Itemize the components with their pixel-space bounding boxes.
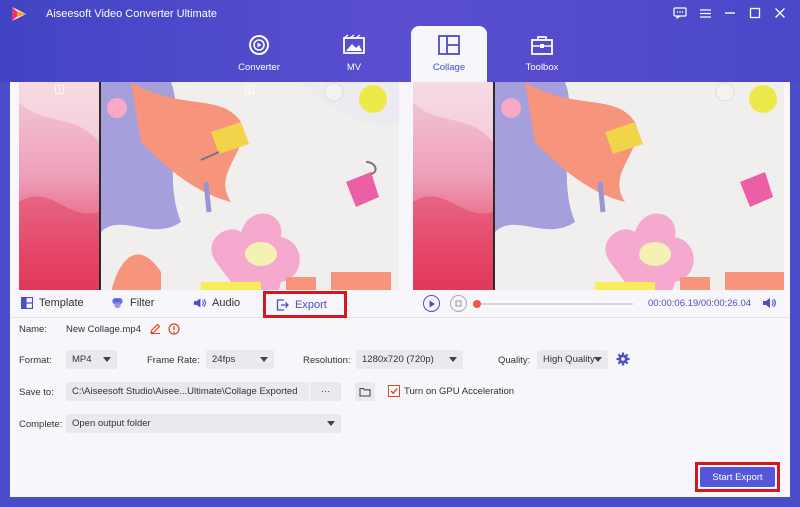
info-icon[interactable]	[168, 323, 180, 338]
chevron-down-icon	[449, 357, 457, 362]
complete-action-select[interactable]: Open output folder	[66, 414, 341, 433]
tab-export[interactable]: Export	[263, 291, 347, 318]
play-icon	[429, 300, 435, 307]
export-icon	[276, 298, 289, 311]
audio-icon	[193, 296, 206, 309]
name-label: Name:	[19, 324, 47, 335]
collage-cell-pink	[413, 82, 493, 290]
stop-button[interactable]	[450, 295, 467, 312]
quality-label: Quality:	[498, 355, 531, 366]
tab-mv[interactable]: MV	[316, 26, 392, 82]
frame-rate-label: Frame Rate:	[147, 355, 200, 366]
format-select[interactable]: MP4	[66, 350, 117, 369]
volume-icon[interactable]	[762, 297, 776, 312]
tab-converter[interactable]: Converter	[221, 26, 297, 82]
edit-name-icon[interactable]	[150, 323, 161, 337]
collage-cell-flatlay[interactable]	[101, 82, 399, 290]
complete-action-value: Open output folder	[72, 418, 151, 429]
frame-rate-value: 24fps	[212, 354, 236, 365]
filter-icon	[111, 296, 124, 309]
quality-select[interactable]: High Quality	[537, 350, 608, 369]
chevron-down-icon	[327, 421, 335, 426]
name-value: New Collage.mp4	[66, 324, 141, 335]
start-export-button[interactable]: Start Export	[700, 467, 775, 487]
collage-workspace: Template Filter Audio Export 00:00:06.19…	[10, 82, 790, 497]
feedback-icon[interactable]	[672, 6, 688, 20]
tab-filter-label: Filter	[130, 296, 155, 309]
mv-icon	[341, 32, 367, 58]
tab-export-label: Export	[295, 298, 327, 311]
save-path-field[interactable]: C:\Aiseesoft Studio\Aisee...Ultimate\Col…	[66, 382, 309, 401]
window-controls	[672, 6, 788, 20]
save-path-value: C:\Aiseesoft Studio\Aisee...Ultimate\Col…	[72, 386, 298, 397]
tab-filter[interactable]: Filter	[111, 296, 154, 309]
tab-audio-label: Audio	[212, 296, 241, 309]
playback-controls: 00:00:06.19/00:00:26.04	[413, 290, 784, 318]
stop-icon	[455, 300, 462, 307]
gear-icon[interactable]	[616, 352, 630, 369]
collage-icon	[436, 32, 462, 58]
progress-handle[interactable]	[473, 300, 481, 308]
chevron-down-icon	[103, 357, 111, 362]
format-label: Format:	[19, 355, 52, 366]
maximize-icon[interactable]	[747, 6, 763, 20]
app-title: Aiseesoft Video Converter Ultimate	[46, 8, 217, 20]
tab-label: Toolbox	[525, 62, 559, 73]
grid-icon	[245, 85, 254, 94]
chevron-down-icon	[260, 357, 268, 362]
folder-icon	[359, 387, 371, 397]
grid-icon	[55, 85, 64, 94]
main-tabs: Converter MV Collage Toolbox	[0, 26, 800, 82]
template-icon	[20, 296, 33, 309]
toolbox-icon	[529, 32, 555, 58]
tab-label: Collage	[432, 62, 466, 73]
tab-template[interactable]: Template	[20, 296, 84, 309]
app-logo-icon	[12, 7, 26, 21]
minimize-icon[interactable]	[722, 6, 738, 20]
playback-time: 00:00:06.19/00:00:26.04	[648, 298, 752, 309]
checkmark-icon	[390, 388, 398, 395]
play-button[interactable]	[423, 295, 440, 312]
save-to-label: Save to:	[19, 387, 54, 398]
resolution-value: 1280x720 (720p)	[362, 354, 434, 365]
tab-toolbox[interactable]: Toolbox	[504, 26, 580, 82]
start-export-highlight: Start Export	[695, 462, 780, 492]
converter-icon	[246, 32, 272, 58]
browse-button[interactable]: ···	[310, 382, 341, 401]
close-icon[interactable]	[772, 6, 788, 20]
chevron-down-icon	[594, 357, 602, 362]
open-folder-button[interactable]	[355, 382, 375, 401]
collage-output-preview	[413, 82, 784, 290]
format-value: MP4	[72, 354, 92, 365]
browse-button-label: ···	[320, 386, 331, 397]
tab-template-label: Template	[39, 296, 84, 309]
frame-rate-select[interactable]: 24fps	[206, 350, 274, 369]
tab-audio[interactable]: Audio	[193, 296, 240, 309]
complete-label: Complete:	[19, 419, 63, 430]
collage-cell-flatlay	[495, 82, 784, 290]
tab-collage[interactable]: Collage	[411, 26, 487, 82]
progress-track[interactable]	[473, 300, 633, 308]
resolution-select[interactable]: 1280x720 (720p)	[356, 350, 463, 369]
gpu-label: Turn on GPU Acceleration	[404, 386, 515, 397]
title-bar: Aiseesoft Video Converter Ultimate Conve…	[0, 0, 800, 82]
quality-value: High Quality	[543, 354, 595, 365]
collage-cell-pink[interactable]	[19, 82, 99, 290]
resolution-label: Resolution:	[303, 355, 351, 366]
gpu-checkbox[interactable]	[388, 385, 400, 397]
tab-label: MV	[346, 62, 362, 73]
menu-icon[interactable]	[697, 6, 713, 20]
tab-label: Converter	[238, 62, 280, 73]
collage-editor-preview[interactable]	[19, 82, 399, 290]
